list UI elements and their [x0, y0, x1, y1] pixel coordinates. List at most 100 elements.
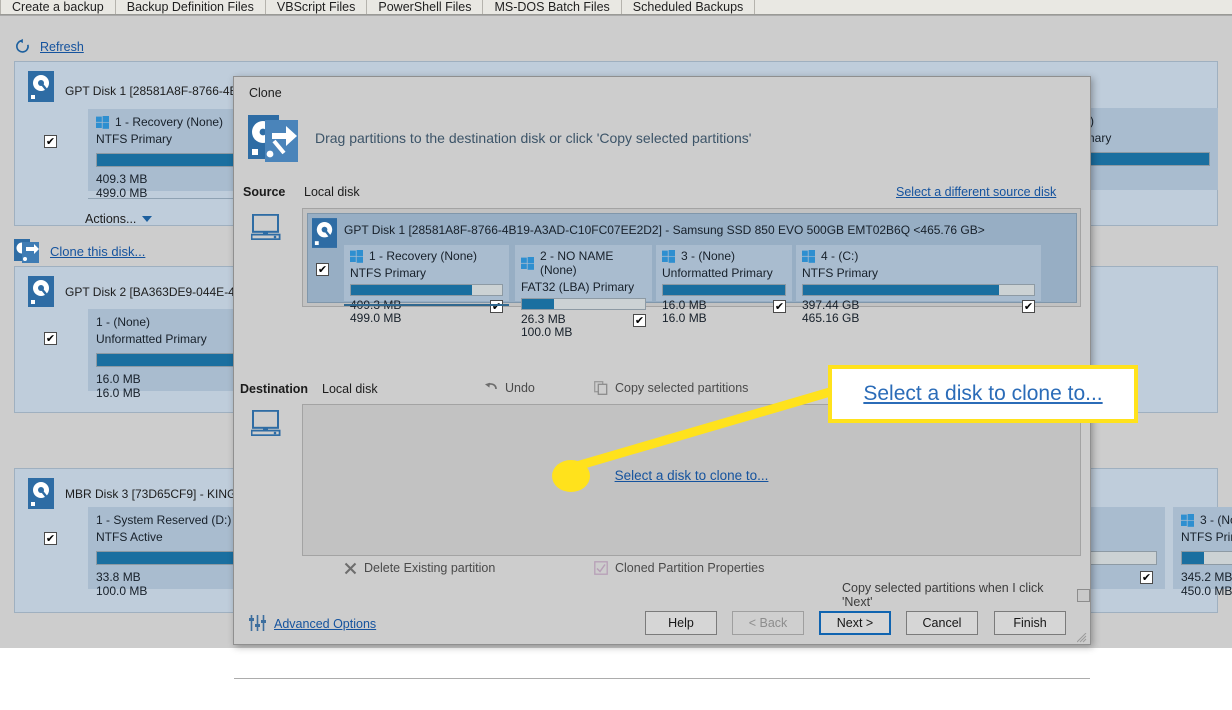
- source-partition-4-checkbox[interactable]: ✔: [1022, 299, 1035, 313]
- partition-name: 2 - NO NAME (None): [540, 249, 614, 277]
- delete-existing-partition-button[interactable]: Delete Existing partition: [344, 561, 495, 575]
- partition-used: 16.0 MB: [96, 372, 141, 386]
- copy-on-next-row[interactable]: Copy selected partitions when I click 'N…: [842, 581, 1090, 609]
- disk-3-partition-card-partial[interactable]: 3 - (Non NTFS Primar 345.2 MB 450.0 MB: [1173, 507, 1232, 598]
- source-disk-inner: GPT Disk 1 [28581A8F-8766-4B19-A3AD-C10F…: [307, 213, 1077, 339]
- windows-flag-icon: [1181, 513, 1194, 527]
- hard-disk-icon: [28, 276, 54, 307]
- partition-name: 1 - Recovery (None): [369, 249, 478, 263]
- undo-icon: [485, 382, 497, 390]
- partition-used: 409.3 MB: [96, 172, 148, 186]
- callout-highlight-dot: [552, 460, 590, 492]
- callout-text: Select a disk to clone to...: [863, 382, 1103, 405]
- source-partition-2-checkbox[interactable]: ✔: [633, 313, 646, 327]
- windows-flag-icon: [662, 249, 675, 263]
- refresh-button[interactable]: Refresh: [14, 38, 84, 55]
- source-label: Source: [243, 185, 286, 199]
- source-partition-3[interactable]: 3 - (None) Unformatted Primary 16.0 MB 1…: [656, 245, 792, 325]
- source-disk-checkbox[interactable]: ✔: [316, 262, 329, 276]
- partition-total: 499.0 MB: [350, 311, 402, 325]
- disk-3-partition-checkbox[interactable]: ✔: [1140, 570, 1157, 584]
- source-partition-1-checkbox[interactable]: ✔: [490, 299, 503, 313]
- resize-grip-icon[interactable]: [1077, 633, 1087, 643]
- tab-msdos-batch-files[interactable]: MS-DOS Batch Files: [483, 0, 622, 15]
- close-icon: [344, 562, 357, 574]
- cancel-button[interactable]: Cancel: [906, 611, 978, 635]
- next-button[interactable]: Next >: [819, 611, 891, 635]
- tab-backup-definition-files[interactable]: Backup Definition Files: [115, 0, 266, 15]
- properties-icon: [594, 561, 608, 575]
- source-partition-1[interactable]: 1 - Recovery (None) NTFS Primary 409.3 M…: [344, 245, 509, 325]
- select-different-source-disk-link[interactable]: Select a different source disk: [896, 185, 1056, 199]
- partition-name: 1 - (None): [96, 315, 151, 329]
- page-bottom-whitespace: [0, 648, 1232, 710]
- partition-name: 1 - Recovery (None): [115, 115, 224, 129]
- source-partition-3-checkbox[interactable]: ✔: [773, 299, 786, 313]
- actions-dropdown-1[interactable]: Actions...: [85, 212, 153, 226]
- tab-scheduled-backups[interactable]: Scheduled Backups: [621, 0, 756, 15]
- cloned-partition-properties-label: Cloned Partition Properties: [615, 561, 765, 575]
- partition-total: 100.0 MB: [521, 325, 573, 339]
- windows-flag-icon: [96, 115, 109, 129]
- disk-2-checkbox[interactable]: ✔: [44, 331, 57, 345]
- refresh-label: Refresh: [40, 39, 84, 54]
- partition-name: 4 - (C:): [821, 249, 859, 263]
- partition-usage-bar: [1181, 551, 1232, 565]
- tab-vbscript-files[interactable]: VBScript Files: [265, 0, 368, 15]
- partition-used: 33.8 MB: [96, 570, 141, 584]
- clone-this-disk-row[interactable]: Clone this disk...: [14, 238, 145, 264]
- hard-disk-icon: [312, 218, 337, 248]
- dialog-title: Clone: [249, 86, 282, 100]
- tab-create-a-backup[interactable]: Create a backup: [0, 0, 116, 15]
- source-disk-panel: GPT Disk 1 [28581A8F-8766-4B19-A3AD-C10F…: [302, 208, 1081, 339]
- copy-on-next-checkbox[interactable]: [1077, 588, 1090, 602]
- select-disk-to-clone-to-link[interactable]: Select a disk to clone to...: [615, 468, 769, 483]
- partition-header: 4 - (C:): [802, 249, 1035, 263]
- disk-3-checkbox[interactable]: ✔: [44, 531, 57, 545]
- source-partition-4[interactable]: 4 - (C:) NTFS Primary 397.44 GB 465.16 G…: [796, 245, 1041, 325]
- undo-button[interactable]: Undo: [484, 381, 535, 395]
- dialog-header: Drag partitions to the destination disk …: [248, 113, 751, 163]
- disk-1-checkbox[interactable]: ✔: [44, 134, 57, 148]
- partition-total: 465.16 GB: [802, 311, 860, 325]
- cloned-partition-properties-button[interactable]: Cloned Partition Properties: [594, 561, 764, 575]
- finish-button[interactable]: Finish: [994, 611, 1066, 635]
- destination-disk-panel[interactable]: Select a disk to clone to...: [302, 404, 1081, 556]
- tab-strip: Create a backup Backup Definition Files …: [0, 0, 1232, 15]
- partition-type: Unformatted Primary: [662, 266, 773, 280]
- windows-flag-icon: [350, 249, 363, 263]
- partition-used: 345.2 MB: [1181, 570, 1232, 584]
- partition-total: 16.0 MB: [96, 386, 141, 400]
- partition-type: rimary: [1078, 131, 1112, 145]
- partition-header: 3 - (None): [662, 249, 786, 263]
- back-button: < Back: [732, 611, 804, 635]
- help-button[interactable]: Help: [645, 611, 717, 635]
- copy-selected-partitions-button[interactable]: Copy selected partitions: [594, 381, 748, 395]
- partition-type: NTFS Primar: [1181, 530, 1232, 544]
- footer-divider: [234, 678, 1090, 679]
- disk-1-partition-card-partial[interactable]: C:) rimary B B: [1070, 108, 1218, 199]
- windows-flag-icon: [802, 249, 815, 263]
- selected-partition-underline: [344, 304, 509, 306]
- windows-flag-icon: [521, 256, 534, 270]
- advanced-options-button[interactable]: Advanced Options: [248, 614, 376, 633]
- partition-usage-bar: [1078, 152, 1210, 166]
- undo-label: Undo: [505, 381, 535, 395]
- partition-type: NTFS Primary: [802, 266, 878, 280]
- destination-kind: Local disk: [322, 382, 378, 396]
- destination-label: Destination: [240, 382, 309, 396]
- source-disk-title: GPT Disk 1 [28581A8F-8766-4B19-A3AD-C10F…: [344, 223, 985, 237]
- clone-this-disk-label: Clone this disk...: [50, 243, 146, 259]
- partition-usage-bar: [521, 298, 646, 310]
- dialog-header-text: Drag partitions to the destination disk …: [315, 130, 752, 146]
- tab-powershell-files[interactable]: PowerShell Files: [367, 0, 484, 15]
- partition-usage-bar: [350, 284, 503, 296]
- source-partition-2[interactable]: 2 - NO NAME (None) FAT32 (LBA) Primary 2…: [515, 245, 652, 339]
- partition-header: 1 - Recovery (None): [350, 249, 503, 263]
- advanced-options-label: Advanced Options: [274, 616, 377, 631]
- copy-selected-partitions-label: Copy selected partitions: [615, 381, 749, 395]
- callout-box: Select a disk to clone to...: [828, 365, 1138, 423]
- chevron-down-icon: [142, 216, 153, 222]
- partition-header: 3 - (Non: [1181, 513, 1232, 527]
- actions-label: Actions...: [85, 212, 137, 226]
